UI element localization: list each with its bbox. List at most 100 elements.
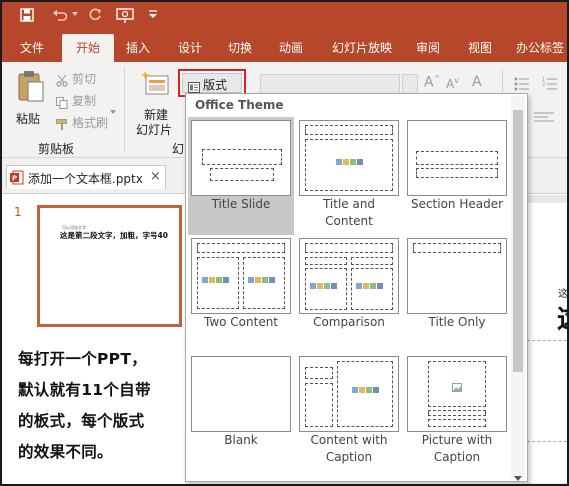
- tab-office-tab[interactable]: 办公标签: [510, 34, 567, 62]
- tab-file[interactable]: 文件: [10, 34, 54, 62]
- layout-thumbnail: [407, 120, 507, 196]
- pptx-file-icon: P: [10, 170, 24, 189]
- copy-button[interactable]: 复制: [72, 92, 96, 109]
- save-icon[interactable]: [20, 8, 34, 22]
- tab-design[interactable]: 设计: [168, 34, 212, 62]
- slide-number: 1: [14, 205, 22, 219]
- layout-content-with-caption[interactable]: Content with Caption: [296, 353, 402, 471]
- layout-thumbnail: [407, 356, 507, 432]
- gallery-heading: Office Theme: [195, 98, 284, 112]
- gallery-scrollbar[interactable]: [511, 96, 525, 481]
- layout-thumbnail: [299, 120, 399, 196]
- scrollbar-thumb[interactable]: [513, 110, 523, 372]
- format-painter-icon[interactable]: [56, 116, 68, 135]
- layout-thumbnail: [191, 120, 291, 196]
- clipboard-group-label: 剪贴板: [38, 142, 75, 156]
- layout-blank[interactable]: Blank: [188, 353, 294, 471]
- cut-button[interactable]: 剪切: [72, 70, 96, 87]
- content-placeholder-icons: [310, 283, 337, 289]
- layout-title-only[interactable]: Title Only: [404, 235, 510, 353]
- slide-canvas[interactable]: 这 这: [527, 203, 567, 483]
- content-placeholder-icons: [248, 277, 275, 283]
- new-slide-icon: [140, 70, 170, 100]
- layout-button-label: 版式: [203, 78, 228, 92]
- ribbon-tab-bar: 文件 开始 插入 设计 切换 动画 幻灯片放映 审阅 视图 办公标签: [2, 34, 567, 62]
- layout-thumbnail: [191, 356, 291, 432]
- slide-partial-big-text: 这: [557, 299, 567, 336]
- slide-divider: [527, 340, 567, 341]
- layout-label: Comparison: [313, 315, 385, 329]
- ribbon-divider: [124, 66, 125, 152]
- document-name: 添加一个文本框.pptx: [28, 172, 143, 186]
- numbering-icon[interactable]: 12: [542, 76, 558, 95]
- layout-label: Content with Caption: [310, 433, 388, 464]
- slide-partial-small-text: 这: [558, 289, 568, 300]
- layout-label: Blank: [224, 433, 258, 447]
- close-icon[interactable]: ×: [150, 169, 161, 184]
- layout-label: Two Content: [203, 315, 279, 329]
- svg-text:2: 2: [542, 82, 545, 88]
- layout-comparison[interactable]: Comparison: [296, 235, 402, 353]
- font-name-box[interactable]: [260, 74, 400, 94]
- layout-thumbnail: [407, 238, 507, 314]
- scroll-down-icon[interactable]: [514, 466, 522, 484]
- layout-section-header[interactable]: Section Header: [404, 117, 510, 235]
- paste-button[interactable]: 粘贴: [10, 68, 50, 128]
- tab-review[interactable]: 审阅: [406, 34, 450, 62]
- tab-home[interactable]: 开始: [62, 34, 114, 62]
- slide-divider: [527, 441, 567, 442]
- slides-group-label: 幻: [172, 142, 185, 156]
- cut-icon[interactable]: [56, 72, 68, 91]
- tab-animations[interactable]: 动画: [268, 34, 314, 62]
- layout-label: Section Header: [410, 197, 504, 211]
- align-icon[interactable]: [534, 108, 554, 127]
- content-placeholder-icons: [336, 159, 363, 165]
- layout-thumbnail: [299, 356, 399, 432]
- layout-title-and-content[interactable]: Title and Content: [296, 117, 402, 235]
- content-placeholder-icons: [356, 283, 383, 289]
- layout-picture-with-caption[interactable]: Picture with Caption: [404, 353, 510, 471]
- annotation-line-4: 的效果不同。: [18, 443, 113, 461]
- layout-label: Title and Content: [322, 197, 376, 228]
- layout-button-face: 版式: [182, 73, 242, 97]
- decrease-font-icon[interactable]: Av: [446, 76, 459, 91]
- layout-label: Picture with Caption: [421, 433, 493, 464]
- annotation-line-3: 的板式，每个版式: [18, 412, 145, 430]
- clear-format-icon[interactable]: A: [472, 74, 482, 90]
- copy-dropdown-icon[interactable]: [110, 99, 116, 118]
- document-tab[interactable]: P 添加一个文本框.pptx ×: [6, 165, 166, 189]
- layout-title-slide[interactable]: Title Slide: [188, 117, 294, 235]
- annotation-line-2: 默认就有11个自带: [18, 381, 151, 399]
- slide-workspace: 这 这: [527, 195, 567, 484]
- thumb-text: 这是第二段文字，加粗，字号40: [60, 231, 168, 240]
- present-from-start-icon[interactable]: [116, 8, 134, 24]
- increase-font-icon[interactable]: A^: [424, 74, 440, 91]
- tab-insert[interactable]: 插入: [116, 34, 160, 62]
- format-painter-button[interactable]: 格式刷: [72, 114, 108, 131]
- content-placeholder-icons: [352, 387, 379, 393]
- picture-placeholder-icon: [452, 377, 462, 396]
- redo-icon[interactable]: [88, 8, 102, 22]
- tab-transitions[interactable]: 切换: [218, 34, 262, 62]
- paste-icon: [16, 70, 44, 106]
- new-slide-button[interactable]: 新建 幻灯片: [132, 68, 178, 138]
- customize-toolbar-icon[interactable]: [148, 8, 158, 20]
- content-placeholder-icons: [202, 277, 229, 283]
- layout-thumbnail: [299, 238, 399, 314]
- layout-label: Title Slide: [211, 197, 271, 211]
- tab-view[interactable]: 视图: [458, 34, 502, 62]
- annotation-line-1: 每打开一个PPT，: [18, 350, 147, 368]
- tab-slideshow[interactable]: 幻灯片放映: [322, 34, 402, 62]
- slide-thumbnail-panel: 1 可以添加文字 这是第二段文字，加粗，字号40 每打开一个PPT， 默认就有1…: [2, 195, 185, 484]
- copy-icon[interactable]: [56, 94, 68, 113]
- undo-icon[interactable]: [52, 8, 68, 22]
- undo-dropdown-icon[interactable]: [72, 12, 78, 16]
- font-size-box[interactable]: [402, 74, 418, 94]
- layout-label: Title Only: [428, 315, 486, 329]
- layout-two-content[interactable]: Two Content: [188, 235, 294, 353]
- svg-text:P: P: [12, 175, 17, 183]
- layout-thumbnail: [191, 238, 291, 314]
- title-bar: [2, 2, 567, 34]
- slide-thumbnail[interactable]: 可以添加文字 这是第二段文字，加粗，字号40: [37, 205, 182, 327]
- paste-label: 粘贴: [16, 112, 41, 126]
